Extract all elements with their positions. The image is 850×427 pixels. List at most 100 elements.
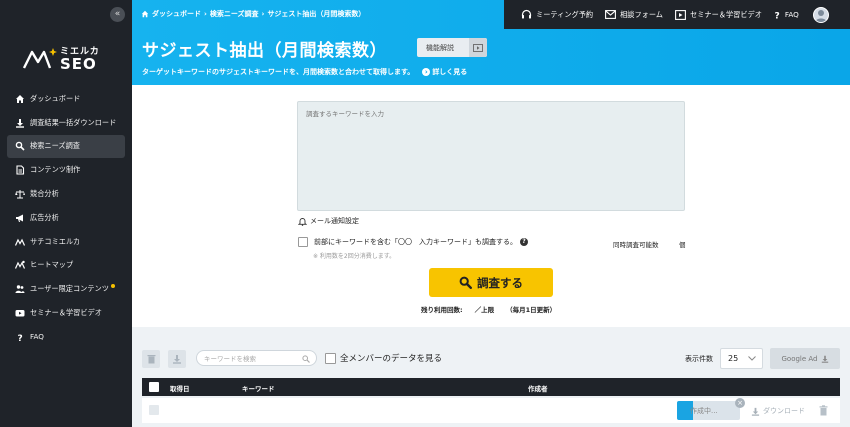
- concurrent-label: 同時調査可能数: [613, 241, 659, 249]
- feature-explanation-label: 機能解説: [426, 43, 454, 52]
- results-section: キーワードを検索 全メンバーのデータを見る 表示件数 25 Google Ad …: [132, 327, 850, 427]
- breadcrumb-search-needs[interactable]: 検索ニーズ調査: [210, 9, 259, 19]
- prefix-keyword-checkbox[interactable]: [298, 237, 308, 247]
- arrow-circle-icon: ›: [422, 68, 431, 76]
- mail-notification-label: メール通知設定: [310, 217, 359, 225]
- sidebar-item-seminar[interactable]: セミナー＆学習ビデオ: [7, 301, 125, 325]
- seminar-link[interactable]: セミナー＆学習ビデオ: [675, 10, 762, 20]
- collapse-sidebar-button[interactable]: «: [110, 7, 125, 22]
- search-button-label: 調査する: [477, 275, 523, 290]
- question-icon: ?: [774, 11, 779, 20]
- home-icon[interactable]: [141, 10, 149, 18]
- contact-link-label: 相談フォーム: [620, 9, 663, 19]
- megaphone-icon: [15, 213, 25, 223]
- per-page-select[interactable]: 25: [720, 348, 763, 369]
- video-icon: [675, 9, 686, 20]
- help-icon[interactable]: ?: [520, 238, 528, 246]
- remaining-label: 残り利用回数:: [421, 306, 463, 314]
- sidebar-item-label: 競合分析: [30, 189, 59, 199]
- sidebar-item-label: セミナー＆学習ビデオ: [30, 308, 102, 318]
- sidebar-item-bulk-download[interactable]: 調査結果一括ダウンロード: [7, 111, 125, 135]
- sidebar-item-label: ユーザー限定コンテンツ: [30, 284, 109, 294]
- breadcrumb-separator: ›: [261, 10, 265, 18]
- trash-icon: [147, 355, 155, 364]
- search-icon: [15, 141, 25, 152]
- faq-link[interactable]: ? FAQ: [774, 10, 799, 20]
- users-icon: [15, 284, 25, 294]
- all-members-toggle[interactable]: 全メンバーのデータを見る: [325, 352, 442, 364]
- column-date[interactable]: 取得日: [170, 383, 190, 393]
- trash-icon[interactable]: [819, 405, 828, 416]
- search-icon: [459, 276, 472, 289]
- download-selected-button[interactable]: [168, 350, 186, 368]
- page-title: サジェスト抽出（月間検索数）: [142, 41, 387, 61]
- feature-explanation-button[interactable]: 機能解説: [417, 38, 487, 57]
- row-download-link[interactable]: ダウンロード: [751, 406, 805, 416]
- more-details-label: 詳しく見る: [432, 68, 468, 76]
- delete-selected-button[interactable]: [142, 350, 160, 368]
- sidebar-item-dashboard[interactable]: ダッシュボード: [7, 87, 125, 111]
- mieruka-icon: [15, 237, 25, 247]
- sidebar-item-label: FAQ: [30, 332, 44, 342]
- scale-icon: [15, 189, 25, 199]
- sidebar-nav: ダッシュボード 調査結果一括ダウンロード 検索ニーズ調査 コンテンツ制作 競合分…: [7, 87, 125, 349]
- more-details-link[interactable]: › 詳しく見る: [422, 67, 467, 77]
- select-all-checkbox[interactable]: [149, 382, 159, 392]
- sidebar-item-ads[interactable]: 広告分析: [7, 206, 125, 230]
- status-badge: 作成中...: [677, 401, 740, 420]
- sidebar-item-label: 検索ニーズ調査: [30, 141, 80, 151]
- sidebar-item-label: コンテンツ制作: [30, 165, 81, 175]
- sidebar-item-label: 広告分析: [30, 212, 59, 222]
- logo-text-seo: SEO: [60, 55, 97, 73]
- remaining-reset: （毎月1日更新）: [506, 306, 557, 314]
- row-checkbox[interactable]: [149, 405, 159, 415]
- page-subtitle: ターゲットキーワードのサジェストキーワードを、月間検索数と合わせて取得します。 …: [142, 67, 467, 77]
- subtitle-text: ターゲットキーワードのサジェストキーワードを、月間検索数と合わせて取得します。: [142, 68, 415, 76]
- new-badge-dot: [110, 284, 115, 289]
- bell-icon: [298, 217, 307, 226]
- mail-notification-setting[interactable]: メール通知設定: [298, 216, 359, 226]
- sidebar-item-content[interactable]: コンテンツ制作: [7, 158, 125, 182]
- google-ads-button[interactable]: Google Ad: [770, 348, 840, 369]
- keyword-textarea[interactable]: [297, 101, 685, 211]
- google-ads-label: Google Ad: [781, 354, 818, 363]
- remaining-usage: 残り利用回数: ／上限 （毎月1日更新）: [421, 304, 556, 314]
- sidebar-item-sachiko[interactable]: サチコミエルカ: [7, 230, 125, 254]
- user-icon: [815, 9, 827, 22]
- per-page-label: 表示件数: [685, 355, 713, 363]
- faq-link-label: FAQ: [784, 10, 799, 19]
- breadcrumb-current: サジェスト抽出（月間検索数）: [267, 10, 366, 18]
- column-creator[interactable]: 作成者: [528, 383, 548, 393]
- home-icon: [15, 94, 25, 104]
- sidebar-item-heatmap[interactable]: ヒートマップ: [7, 254, 125, 278]
- meeting-link[interactable]: ミーティング予約: [521, 9, 593, 20]
- sidebar-item-competitor[interactable]: 競合分析: [7, 182, 125, 206]
- document-icon: [15, 165, 25, 175]
- page-header: ダッシュボード › 検索ニーズ調査 › サジェスト抽出（月間検索数） ミーティン…: [132, 0, 850, 85]
- svg-text:?: ?: [18, 334, 23, 342]
- remaining-value: ／上限: [474, 306, 495, 314]
- all-members-label: 全メンバーのデータを見る: [340, 354, 443, 364]
- cancel-job-button[interactable]: ×: [735, 398, 745, 408]
- logo[interactable]: ミエルカ SEO: [22, 44, 122, 74]
- sidebar-item-label: 調査結果一括ダウンロード: [30, 117, 117, 127]
- keyword-search-input[interactable]: キーワードを検索: [196, 350, 317, 366]
- search-button[interactable]: 調査する: [429, 268, 553, 297]
- question-icon: ?: [15, 332, 25, 342]
- concurrent-unit: 個: [679, 241, 686, 249]
- sidebar-item-label: ダッシュボード: [30, 93, 81, 103]
- sidebar-item-user-content[interactable]: ユーザー限定コンテンツ: [7, 277, 125, 301]
- breadcrumb-dashboard[interactable]: ダッシュボード: [152, 9, 201, 19]
- keyword-search-placeholder: キーワードを検索: [204, 355, 256, 363]
- sidebar-item-search-needs[interactable]: 検索ニーズ調査: [7, 134, 125, 159]
- topbar: ミーティング予約 相談フォーム セミナー＆学習ビデオ ? FAQ: [504, 0, 850, 29]
- contact-link[interactable]: 相談フォーム: [605, 10, 663, 20]
- usage-note: ※ 利用数を2回分消費します。: [313, 253, 396, 260]
- column-keyword[interactable]: キーワード: [242, 383, 275, 393]
- row-download-label: ダウンロード: [763, 407, 805, 415]
- all-members-checkbox[interactable]: [325, 352, 336, 364]
- sidebar-item-faq[interactable]: ? FAQ: [7, 325, 125, 349]
- avatar[interactable]: [812, 6, 829, 23]
- play-icon: [469, 38, 487, 57]
- mail-icon: [605, 10, 617, 19]
